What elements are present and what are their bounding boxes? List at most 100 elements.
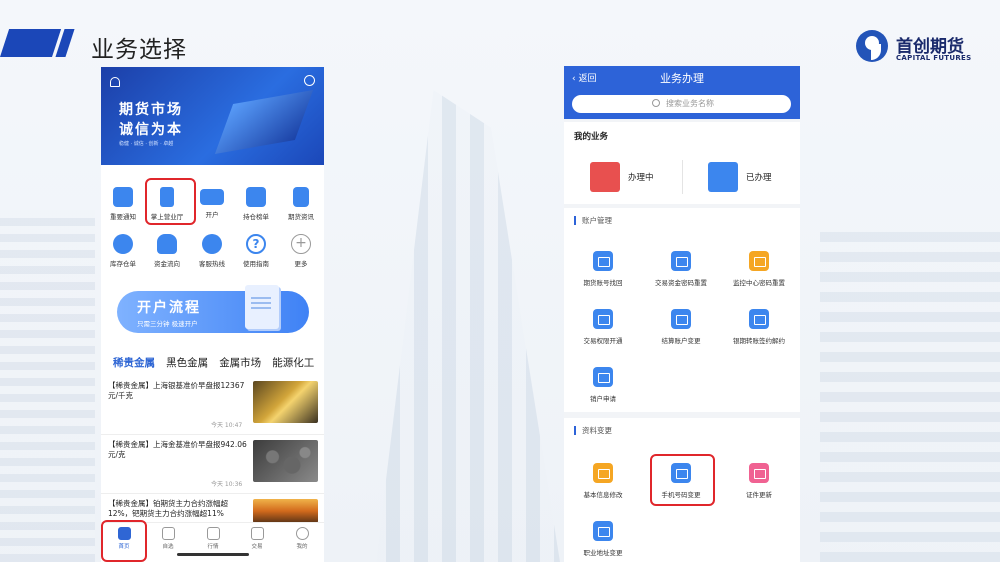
title-accent-bar	[0, 29, 62, 57]
id-card-icon	[200, 189, 224, 205]
service-fund-password-reset[interactable]: 交易资金密码重置	[642, 251, 720, 287]
nav-quotes[interactable]: 行情	[198, 527, 228, 550]
service-occupation-address[interactable]: 职业地址变更	[564, 521, 642, 557]
service-account-recovery[interactable]: 期货账号找回	[564, 251, 642, 287]
my-business-title: 我的业务	[574, 132, 609, 142]
bank-card-icon	[749, 309, 769, 329]
grid-item-guide[interactable]: ? 使用指南	[234, 232, 278, 280]
database-icon	[113, 234, 133, 254]
edit-icon	[593, 463, 613, 483]
nav-label: 自选	[162, 544, 174, 550]
nav-profile[interactable]: 我的	[287, 527, 317, 550]
logo-en-text: CAPITAL FUTURES	[896, 54, 972, 62]
search-bar-wrap: 搜索业务名称	[564, 89, 800, 119]
service-monitor-password-reset[interactable]: 监控中心密码重置	[720, 251, 798, 287]
service-close-account[interactable]: 销户申请	[564, 367, 642, 403]
news-item[interactable]: 【稀贵金属】上海金基准价早盘报942.06元/克 今天 10:36	[101, 436, 324, 494]
in-progress-label: 办理中	[628, 173, 654, 183]
service-label: 交易资金密码重置	[655, 279, 707, 287]
business-title: 业务办理	[660, 72, 704, 85]
grid-item-fund-flow[interactable]: 资金流向	[145, 232, 189, 280]
highlight-phone-change	[650, 454, 715, 506]
background-building-right	[820, 230, 1000, 562]
highlight-mobile-hall	[145, 178, 196, 225]
grid-item-positions[interactable]: 持仓榜单	[234, 185, 278, 233]
trade-icon	[250, 527, 264, 540]
money-bag-icon	[157, 234, 177, 254]
account-management-card: 账户管理 期货账号找回 交易资金密码重置 监控中心密码重置 交易权限开通 结算账…	[564, 208, 800, 412]
tab-ferrous-metals[interactable]: 黑色金属	[166, 355, 208, 369]
grid-label: 持仓榜单	[243, 213, 269, 221]
plus-icon: +	[291, 234, 311, 254]
business-search-input[interactable]: 搜索业务名称	[572, 95, 791, 113]
search-placeholder: 搜索业务名称	[666, 99, 714, 108]
service-basic-info[interactable]: 基本信息修改	[564, 463, 642, 499]
home-indicator	[177, 553, 249, 556]
service-bank-futures-transfer[interactable]: 银期转账签约解约	[720, 309, 798, 345]
service-trade-permission[interactable]: 交易权限开通	[564, 309, 642, 345]
grid-item-hotline[interactable]: 客服热线	[190, 232, 234, 280]
card-icon	[671, 251, 691, 271]
search-icon[interactable]	[304, 75, 315, 86]
news-text: 【稀贵金属】上海银基准价早盘报12367元/千克	[108, 381, 245, 400]
service-label: 监控中心密码重置	[733, 279, 785, 287]
profile-icon	[295, 527, 309, 540]
nav-label: 交易	[251, 544, 263, 550]
open-account-process-banner[interactable]: 开户流程 只需三分钟 极速开户	[117, 285, 309, 333]
service-label: 基本信息修改	[583, 491, 623, 499]
grid-label: 更多	[294, 260, 308, 268]
close-account-icon	[593, 367, 613, 387]
id-badge-icon	[749, 463, 769, 483]
nav-label: 我的	[296, 544, 308, 550]
tab-metals-market[interactable]: 金属市场	[219, 355, 261, 369]
background-building-center	[376, 90, 560, 562]
grid-item-notice[interactable]: 重要通知	[101, 185, 145, 233]
news-item[interactable]: 【稀贵金属】上海银基准价早盘报12367元/千克 今天 10:47	[101, 377, 324, 435]
document-illustration-icon	[245, 285, 279, 329]
service-label: 银期转账签约解约	[733, 337, 785, 345]
shield-icon	[161, 527, 175, 540]
news-text: 【稀贵金属】铂期货主力合约涨幅超12%，钯期货主力合约涨幅超11%	[108, 499, 228, 518]
banner-illustration	[214, 89, 314, 155]
service-label: 销户申请	[590, 395, 616, 403]
grid-label: 开户	[205, 211, 219, 219]
tab-precious-metals[interactable]: 稀贵金属	[113, 355, 155, 369]
banner-line-3: 稳健 · 诚信 · 创新 · 卓越	[119, 141, 174, 147]
grid-label: 库存仓单	[110, 260, 136, 268]
service-id-update[interactable]: 证件更新	[720, 463, 798, 499]
service-label: 期货账号找回	[583, 279, 623, 287]
process-title: 开户流程	[137, 300, 201, 316]
grid-item-open-account[interactable]: 开户	[190, 185, 234, 233]
nav-trade[interactable]: 交易	[242, 527, 272, 550]
service-label: 证件更新	[746, 491, 772, 499]
tab-energy-chemicals[interactable]: 能源化工	[272, 355, 314, 369]
nav-label: 行情	[207, 544, 219, 550]
grid-item-warehouse[interactable]: 库存仓单	[101, 232, 145, 280]
service-label: 职业地址变更	[583, 549, 623, 557]
news-time: 今天 10:47	[211, 422, 243, 429]
news-category-tabs: 稀贵金属 黑色金属 金属市场 能源化工 农产	[101, 351, 324, 369]
banner-line-2: 诚信为本	[119, 122, 183, 138]
nav-watchlist[interactable]: 自选	[153, 527, 183, 550]
completed-label: 已办理	[746, 173, 772, 183]
news-thumbnail	[253, 499, 318, 523]
chat-icon	[593, 309, 613, 329]
divider	[682, 160, 683, 194]
chart-icon	[246, 187, 266, 207]
info-change-title: 资料变更	[574, 426, 612, 435]
news-thumbnail	[253, 440, 318, 482]
grid-label: 客服热线	[199, 260, 225, 268]
banner-line-1: 期货市场	[119, 102, 183, 118]
bell-icon[interactable]	[110, 77, 120, 87]
company-logo: 首创期货 CAPITAL FUTURES	[856, 30, 986, 66]
service-settlement-account[interactable]: 结算账户变更	[642, 309, 720, 345]
grid-item-news[interactable]: 期货资讯	[279, 185, 323, 233]
grid-item-more[interactable]: + 更多	[279, 232, 323, 280]
grid-label: 使用指南	[243, 260, 269, 268]
clipboard-check-icon	[708, 162, 738, 192]
page-title: 业务选择	[91, 37, 187, 63]
chart-line-icon	[206, 527, 220, 540]
home-banner[interactable]: 期货市场 诚信为本 稳健 · 诚信 · 创新 · 卓越	[101, 67, 324, 165]
business-header: ‹ 返回 业务办理	[564, 66, 800, 89]
news-time: 今天 10:36	[211, 481, 243, 488]
